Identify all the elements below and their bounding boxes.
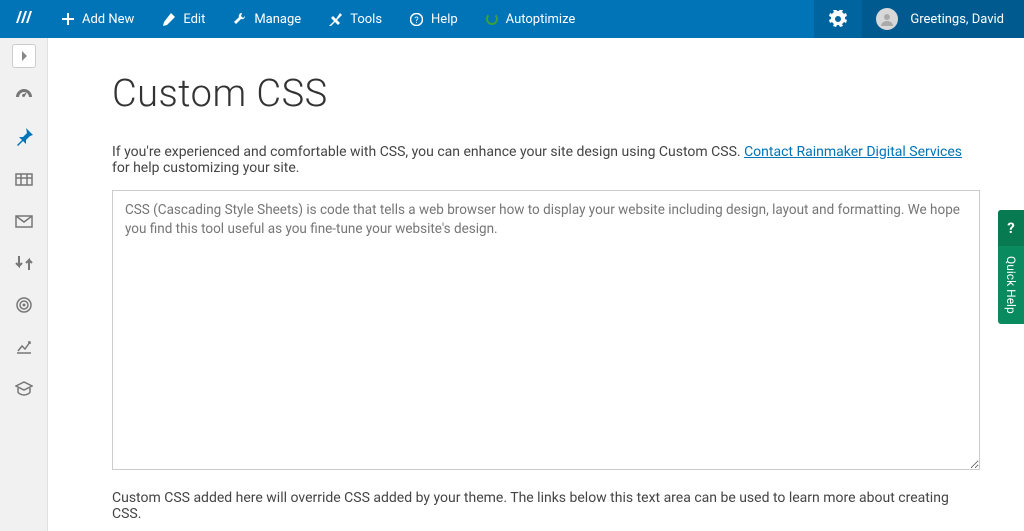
topbar-tools[interactable]: Tools xyxy=(315,0,396,38)
contact-link[interactable]: Contact Rainmaker Digital Services xyxy=(744,144,962,160)
intro-text: If you're experienced and comfortable wi… xyxy=(112,144,980,176)
logo-icon xyxy=(14,9,34,29)
chart-icon xyxy=(15,338,33,356)
gear-icon xyxy=(829,10,847,28)
quick-help-tab: ? Quick Help xyxy=(998,210,1024,324)
sidebar xyxy=(0,38,48,531)
custom-css-textarea[interactable] xyxy=(112,190,980,470)
topbar-label: Tools xyxy=(350,12,382,27)
topbar-label: Manage xyxy=(254,12,301,27)
target-icon xyxy=(15,296,33,314)
topbar-edit[interactable]: Edit xyxy=(148,0,219,38)
topbar-manage[interactable]: Manage xyxy=(219,0,315,38)
mail-icon xyxy=(15,212,33,230)
sidebar-traffic[interactable] xyxy=(0,284,48,326)
topbar: Add New Edit Manage Tools ? Help xyxy=(0,0,1024,38)
override-note: Custom CSS added here will override CSS … xyxy=(112,490,980,522)
spinner-icon xyxy=(486,13,498,25)
arrows-icon xyxy=(15,254,33,272)
topbar-autoptimize[interactable]: Autoptimize xyxy=(472,0,590,38)
sidebar-email[interactable] xyxy=(0,200,48,242)
main-content: Custom CSS If you're experienced and com… xyxy=(48,38,1024,531)
tools-icon xyxy=(329,13,342,26)
topbar-label: Edit xyxy=(183,12,205,27)
help-question-button[interactable]: ? xyxy=(998,210,1024,246)
sidebar-toggle[interactable] xyxy=(12,44,36,68)
chevron-right-icon xyxy=(20,51,28,61)
sidebar-content[interactable] xyxy=(0,158,48,200)
sidebar-education[interactable] xyxy=(0,368,48,410)
svg-text:?: ? xyxy=(414,16,418,26)
sidebar-design[interactable] xyxy=(0,116,48,158)
page-title: Custom CSS xyxy=(112,72,980,116)
app-logo[interactable] xyxy=(0,0,48,38)
person-icon xyxy=(880,12,894,26)
gauge-icon xyxy=(15,86,33,104)
topbar-menu: Add New Edit Manage Tools ? Help xyxy=(48,0,589,38)
pin-icon xyxy=(15,128,33,146)
greeting-text: Greetings, David xyxy=(910,12,1004,27)
plus-icon xyxy=(62,13,74,25)
sidebar-dashboard[interactable] xyxy=(0,74,48,116)
intro-post: for help customizing your site. xyxy=(112,160,300,176)
intro-pre: If you're experienced and comfortable wi… xyxy=(112,144,744,160)
wrench-icon xyxy=(233,13,246,26)
sidebar-conversion[interactable] xyxy=(0,242,48,284)
grid-icon xyxy=(15,170,33,188)
pencil-icon xyxy=(162,13,175,26)
user-menu[interactable]: Greetings, David xyxy=(862,0,1024,38)
topbar-help[interactable]: ? Help xyxy=(396,0,472,38)
topbar-label: Autoptimize xyxy=(506,12,576,27)
help-icon: ? xyxy=(410,13,423,26)
sidebar-results[interactable] xyxy=(0,326,48,368)
graduation-icon xyxy=(15,380,33,398)
quick-help-button[interactable]: Quick Help xyxy=(998,246,1024,324)
avatar xyxy=(876,8,898,30)
settings-button[interactable] xyxy=(814,0,862,38)
topbar-label: Add New xyxy=(82,12,134,27)
topbar-add-new[interactable]: Add New xyxy=(48,0,148,38)
topbar-label: Help xyxy=(431,12,458,27)
